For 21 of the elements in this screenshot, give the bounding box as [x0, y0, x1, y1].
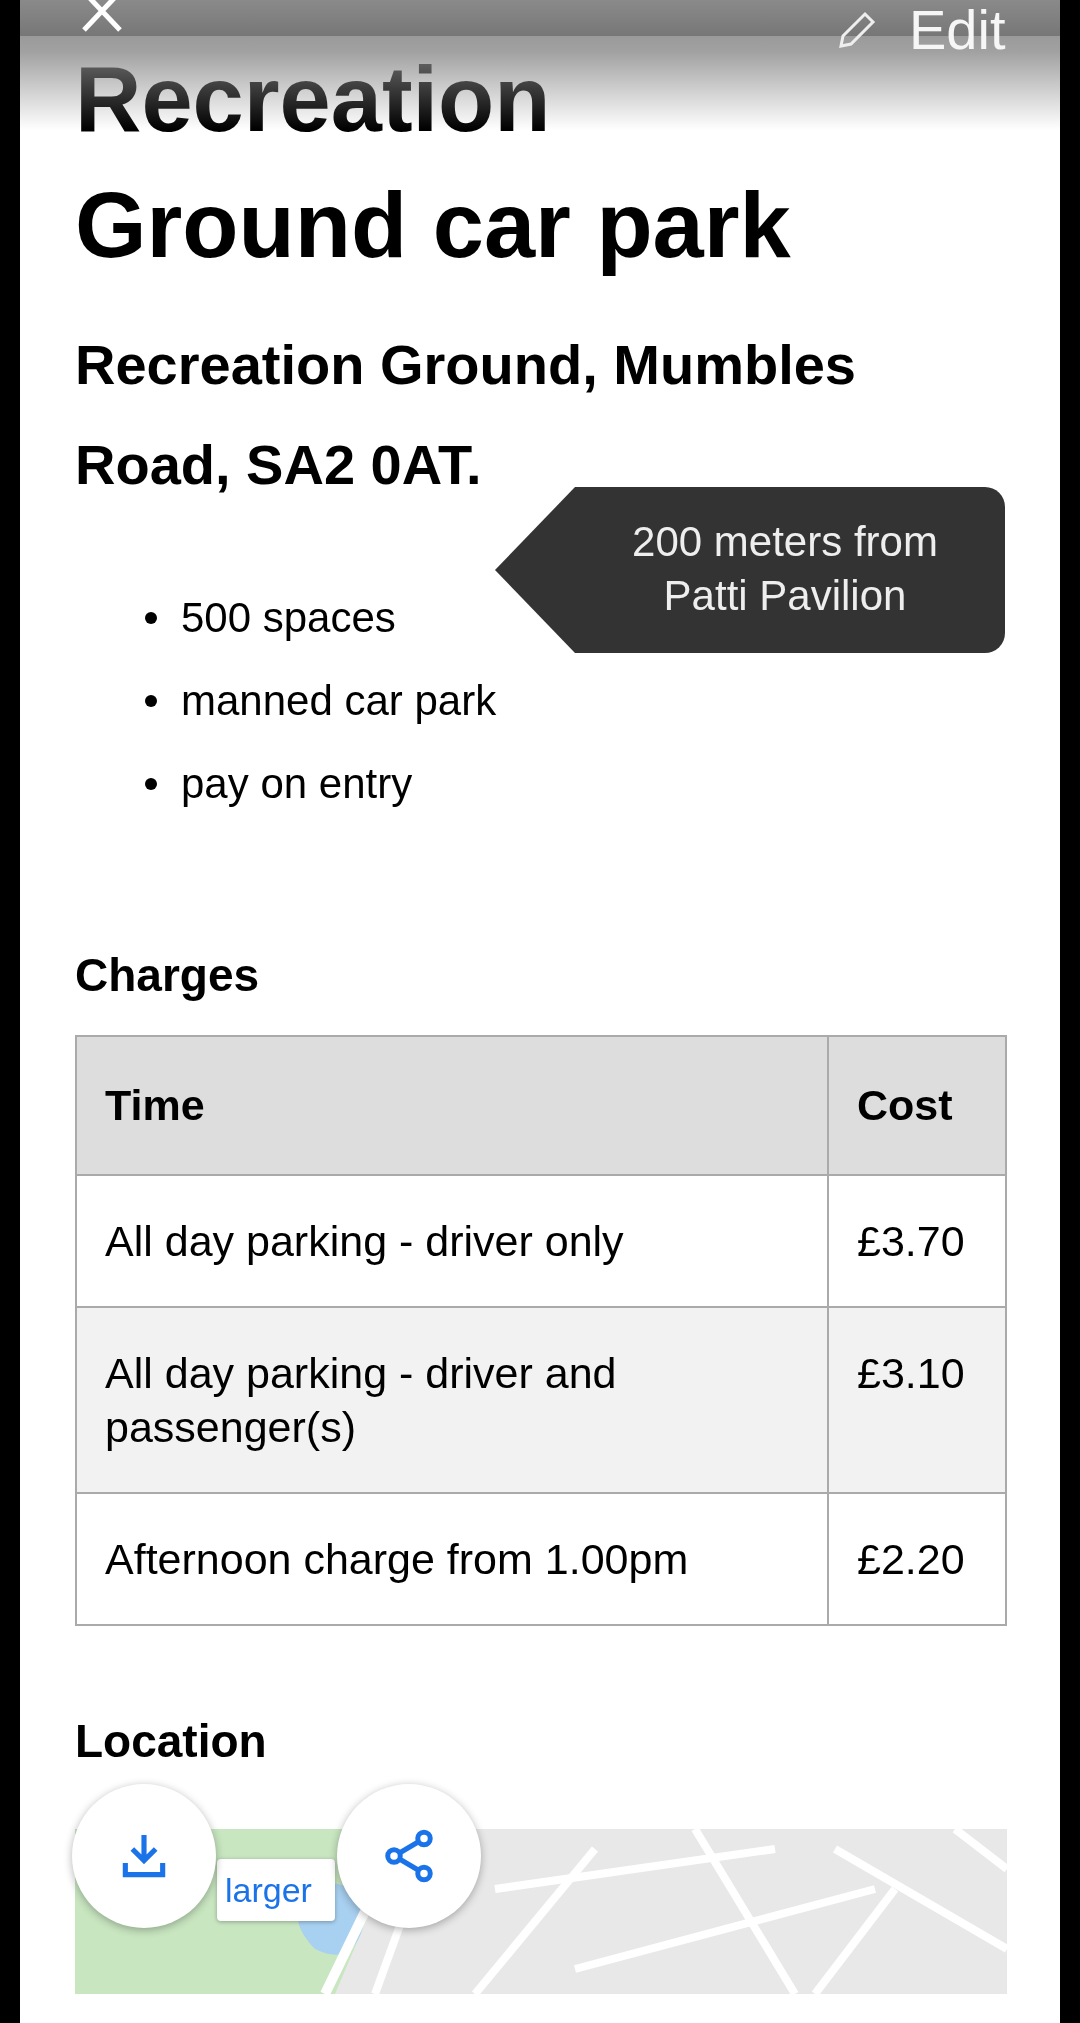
distance-tooltip: 200 meters from Patti Pavilion	[495, 487, 1005, 653]
share-button[interactable]	[337, 1784, 481, 1928]
bullet-icon	[145, 777, 157, 790]
close-icon[interactable]	[80, 0, 124, 34]
download-button[interactable]	[72, 1784, 216, 1928]
edit-button[interactable]: Edit	[835, 0, 1006, 60]
feature-item: manned car park	[181, 675, 497, 726]
location-heading: Location	[75, 1714, 268, 1769]
page-title: Recreation Ground car park	[75, 47, 792, 278]
view-larger-map-button[interactable]: larger	[217, 1859, 335, 1921]
table-cell: £2.20	[828, 1493, 1006, 1625]
table-cell: £3.10	[828, 1307, 1006, 1493]
bullet-icon	[145, 611, 157, 624]
column-header: Cost	[828, 1036, 1006, 1175]
table-cell: Afternoon charge from 1.00pm	[76, 1493, 828, 1625]
table-cell: All day parking - driver and passenger(s)	[76, 1307, 828, 1493]
charges-heading: Charges	[75, 948, 261, 1003]
feature-item: pay on entry	[181, 758, 413, 809]
column-header: Time	[76, 1036, 828, 1175]
feature-item: 500 spaces	[181, 592, 396, 643]
bullet-icon	[145, 694, 157, 707]
